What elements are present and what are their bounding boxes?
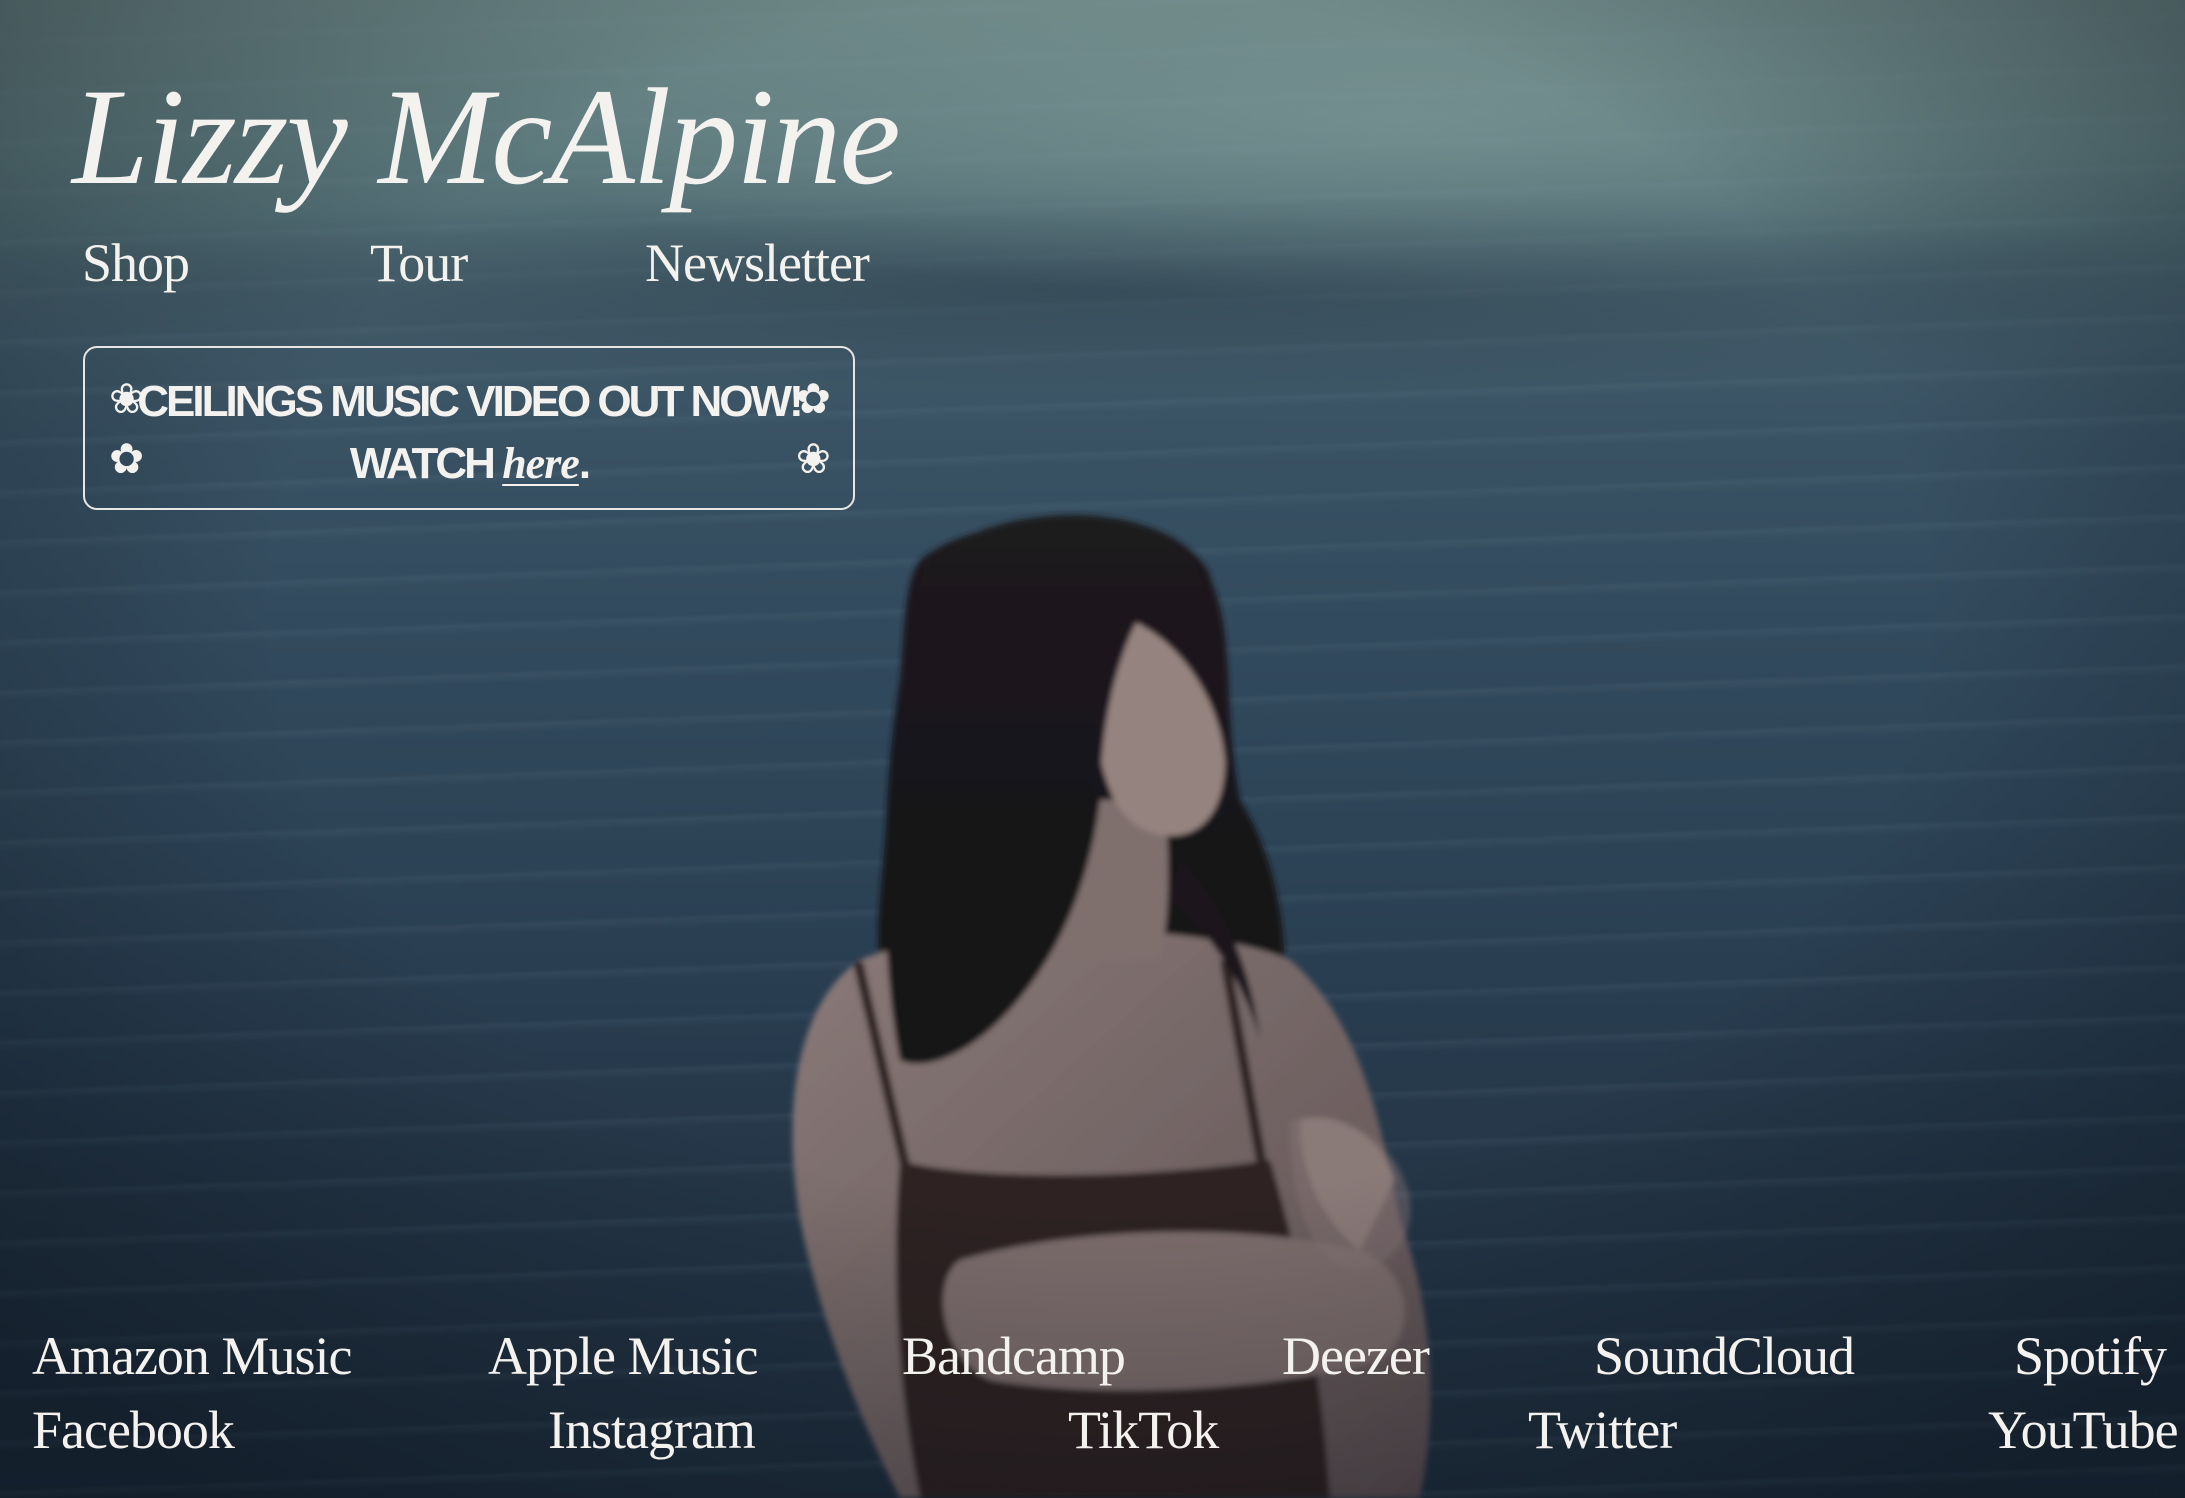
watch-here-link[interactable]: here (502, 439, 580, 488)
link-bandcamp[interactable]: Bandcamp (902, 1320, 1126, 1392)
link-soundcloud[interactable]: SoundCloud (1594, 1320, 1855, 1392)
link-deezer[interactable]: Deezer (1282, 1320, 1430, 1392)
nav-newsletter[interactable]: Newsletter (645, 228, 870, 298)
link-twitter[interactable]: Twitter (1528, 1394, 1677, 1466)
banner-cta-suffix: . (578, 439, 591, 488)
announcement-banner: ❀ ✿ ✿ ❀ CEILINGS MUSIC VIDEO OUT NOW! WA… (83, 346, 855, 510)
site-title[interactable]: Lizzy McAlpine (72, 52, 901, 222)
platform-links: Amazon Music Apple Music Bandcamp Deezer… (0, 1320, 2185, 1480)
link-amazon-music[interactable]: Amazon Music (32, 1320, 352, 1392)
banner-cta-prefix: WATCH (349, 439, 503, 488)
banner-headline: CEILINGS MUSIC VIDEO OUT NOW! (137, 377, 803, 426)
nav-shop[interactable]: Shop (82, 228, 190, 298)
link-instagram[interactable]: Instagram (548, 1394, 756, 1466)
link-apple-music[interactable]: Apple Music (488, 1320, 758, 1392)
link-spotify[interactable]: Spotify (2014, 1320, 2167, 1392)
banner-cta: WATCH here. (85, 436, 853, 492)
link-tiktok[interactable]: TikTok (1068, 1394, 1219, 1466)
link-youtube[interactable]: YouTube (1988, 1394, 2179, 1466)
vignette-overlay (0, 0, 2185, 1498)
main-nav: Shop Tour Newsletter (82, 228, 870, 298)
nav-tour[interactable]: Tour (370, 228, 468, 298)
link-facebook[interactable]: Facebook (32, 1394, 235, 1466)
